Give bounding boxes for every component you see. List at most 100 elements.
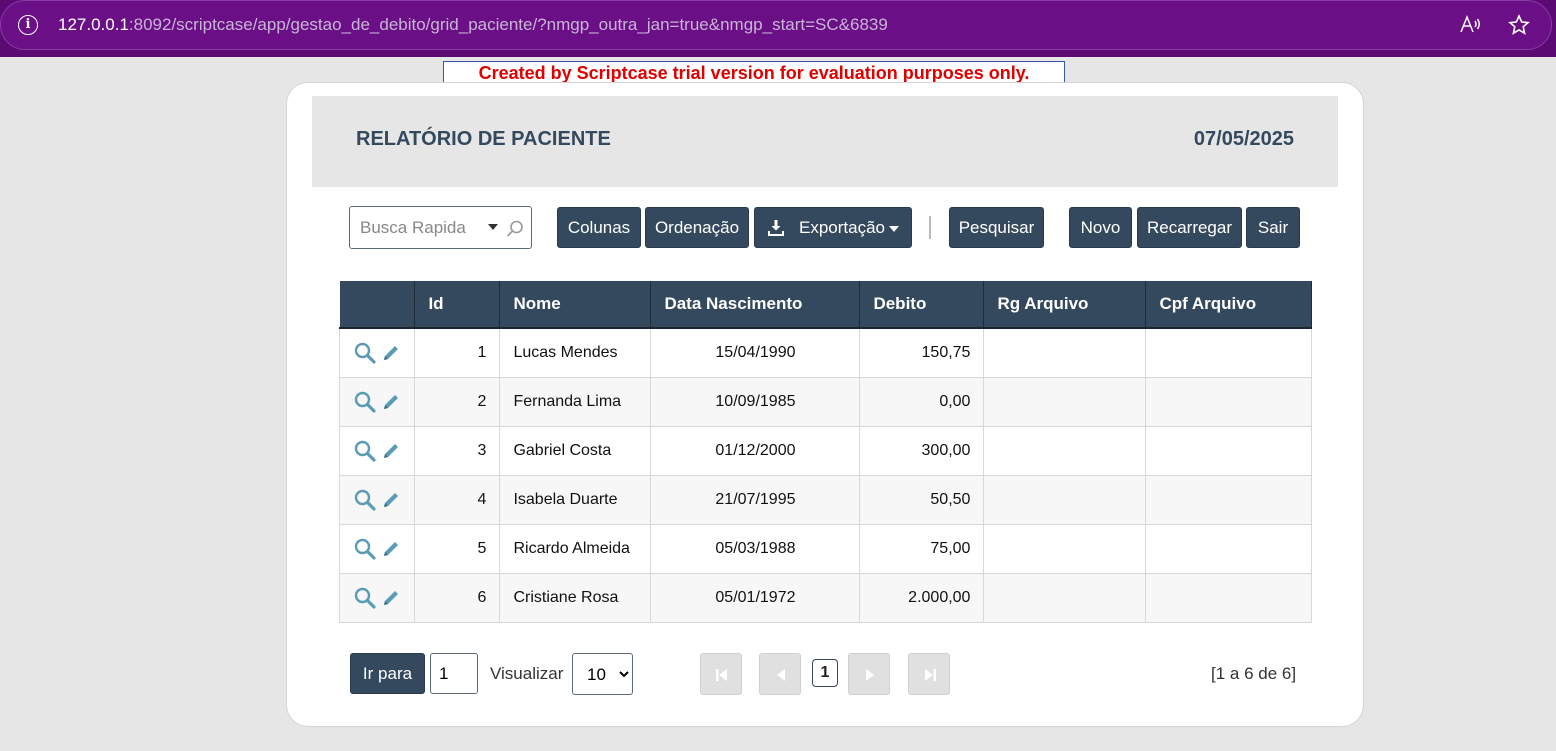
table-row: 5 Ricardo Almeida 05/03/1988 75,00 [338, 523, 1313, 574]
current-page[interactable]: 1 [812, 659, 838, 687]
row-actions [338, 572, 416, 623]
record-count: [1 a 6 de 6] [1211, 664, 1297, 683]
sair-button[interactable]: Sair [1246, 207, 1300, 248]
last-page-button[interactable] [908, 653, 950, 695]
column-header-id[interactable]: Id [414, 281, 501, 329]
magnifier-icon[interactable] [353, 341, 377, 365]
cell-id: 1 [414, 327, 501, 378]
exportacao-button[interactable]: Exportação [754, 207, 912, 248]
download-icon [768, 220, 784, 236]
cell-nome: Isabela Duarte [499, 474, 652, 525]
table-row: 1 Lucas Mendes 15/04/1990 150,75 [338, 327, 1313, 378]
quick-search[interactable] [349, 206, 532, 249]
next-page-button[interactable] [848, 653, 890, 695]
row-actions [338, 376, 416, 427]
column-header-debito[interactable]: Debito [859, 281, 985, 329]
cell-nome: Ricardo Almeida [499, 523, 652, 574]
cell-data-nascimento: 21/07/1995 [650, 474, 861, 525]
column-header-nome[interactable]: Nome [499, 281, 652, 329]
ordenacao-button[interactable]: Ordenação [645, 207, 749, 248]
prev-page-icon [777, 669, 785, 681]
report-date: 07/05/2025 [1193, 128, 1294, 150]
cell-data-nascimento: 10/09/1985 [650, 376, 861, 427]
cell-debito: 2.000,00 [859, 572, 985, 623]
url-host: 127.0.0.1 [58, 15, 129, 34]
cell-id: 2 [414, 376, 501, 427]
address-bar[interactable]: i 127.0.0.1:8092/scriptcase/app/gestao_d… [0, 0, 1552, 50]
pencil-icon[interactable] [381, 490, 401, 510]
url-text[interactable]: 127.0.0.1:8092/scriptcase/app/gestao_de_… [58, 15, 888, 35]
pencil-icon[interactable] [381, 392, 401, 412]
cell-debito: 150,75 [859, 327, 985, 378]
magnifier-icon[interactable] [353, 488, 377, 512]
exportacao-label: Exportação [799, 218, 885, 237]
cell-cpf-arquivo [1145, 425, 1313, 476]
per-page-select[interactable]: 10 [572, 653, 633, 695]
novo-button[interactable]: Novo [1069, 207, 1132, 248]
visualizar-label: Visualizar [490, 664, 564, 683]
cell-id: 5 [414, 523, 501, 574]
report-header: RELATÓRIO DE PACIENTE 07/05/2025 [312, 96, 1338, 187]
pencil-icon[interactable] [381, 588, 401, 608]
chevron-down-icon[interactable] [488, 224, 498, 230]
cell-rg-arquivo [983, 327, 1147, 378]
row-actions [338, 474, 416, 525]
magnifier-icon[interactable] [353, 390, 377, 414]
cell-cpf-arquivo [1145, 523, 1313, 574]
cell-rg-arquivo [983, 376, 1147, 427]
pencil-icon[interactable] [381, 539, 401, 559]
quick-search-input[interactable] [360, 217, 485, 239]
cell-debito: 50,50 [859, 474, 985, 525]
table-header-row: Id Nome Data Nascimento Debito Rg Arquiv… [339, 281, 1313, 329]
cell-cpf-arquivo [1145, 474, 1313, 525]
cell-cpf-arquivo [1145, 572, 1313, 623]
magnifier-icon[interactable] [353, 537, 377, 561]
column-header-actions [339, 281, 416, 329]
next-page-icon [866, 669, 874, 681]
ir-para-button[interactable]: Ir para [350, 653, 425, 694]
cell-data-nascimento: 05/03/1988 [650, 523, 861, 574]
colunas-button[interactable]: Colunas [557, 207, 641, 248]
favorite-icon[interactable] [1507, 13, 1531, 37]
cell-rg-arquivo [983, 523, 1147, 574]
column-header-cpf-arquivo[interactable]: Cpf Arquivo [1145, 281, 1313, 329]
info-icon[interactable]: i [18, 15, 38, 35]
read-aloud-icon[interactable] [1458, 13, 1482, 37]
cell-id: 4 [414, 474, 501, 525]
table-row: 3 Gabriel Costa 01/12/2000 300,00 [338, 425, 1313, 476]
table-row: 4 Isabela Duarte 21/07/1995 50,50 [338, 474, 1313, 525]
column-header-rg-arquivo[interactable]: Rg Arquivo [983, 281, 1147, 329]
page-number-input[interactable] [430, 653, 478, 694]
cell-data-nascimento: 15/04/1990 [650, 327, 861, 378]
cell-nome: Gabriel Costa [499, 425, 652, 476]
row-actions [338, 327, 416, 378]
magnifier-icon[interactable] [353, 439, 377, 463]
last-page-icon [925, 669, 936, 681]
url-path: :8092/scriptcase/app/gestao_de_debito/gr… [128, 15, 888, 34]
cell-rg-arquivo [983, 572, 1147, 623]
recarregar-button[interactable]: Recarregar [1137, 207, 1242, 248]
cell-nome: Fernanda Lima [499, 376, 652, 427]
pencil-icon[interactable] [381, 343, 401, 363]
cell-nome: Lucas Mendes [499, 327, 652, 378]
search-icon[interactable] [505, 219, 525, 239]
cell-rg-arquivo [983, 474, 1147, 525]
cell-debito: 300,00 [859, 425, 985, 476]
prev-page-button[interactable] [759, 653, 801, 695]
cell-id: 3 [414, 425, 501, 476]
pencil-icon[interactable] [381, 441, 401, 461]
first-page-icon [716, 669, 727, 681]
cell-cpf-arquivo [1145, 327, 1313, 378]
cell-data-nascimento: 01/12/2000 [650, 425, 861, 476]
first-page-button[interactable] [700, 653, 742, 695]
table-row: 2 Fernanda Lima 10/09/1985 0,00 [338, 376, 1313, 427]
page-title: RELATÓRIO DE PACIENTE [356, 128, 611, 150]
cell-id: 6 [414, 572, 501, 623]
magnifier-icon[interactable] [353, 586, 377, 610]
cell-nome: Cristiane Rosa [499, 572, 652, 623]
patient-table: Id Nome Data Nascimento Debito Rg Arquiv… [338, 281, 1313, 623]
column-header-data-nascimento[interactable]: Data Nascimento [650, 281, 861, 329]
pesquisar-button[interactable]: Pesquisar [949, 207, 1044, 248]
browser-bar: i 127.0.0.1:8092/scriptcase/app/gestao_d… [0, 0, 1556, 57]
cell-rg-arquivo [983, 425, 1147, 476]
